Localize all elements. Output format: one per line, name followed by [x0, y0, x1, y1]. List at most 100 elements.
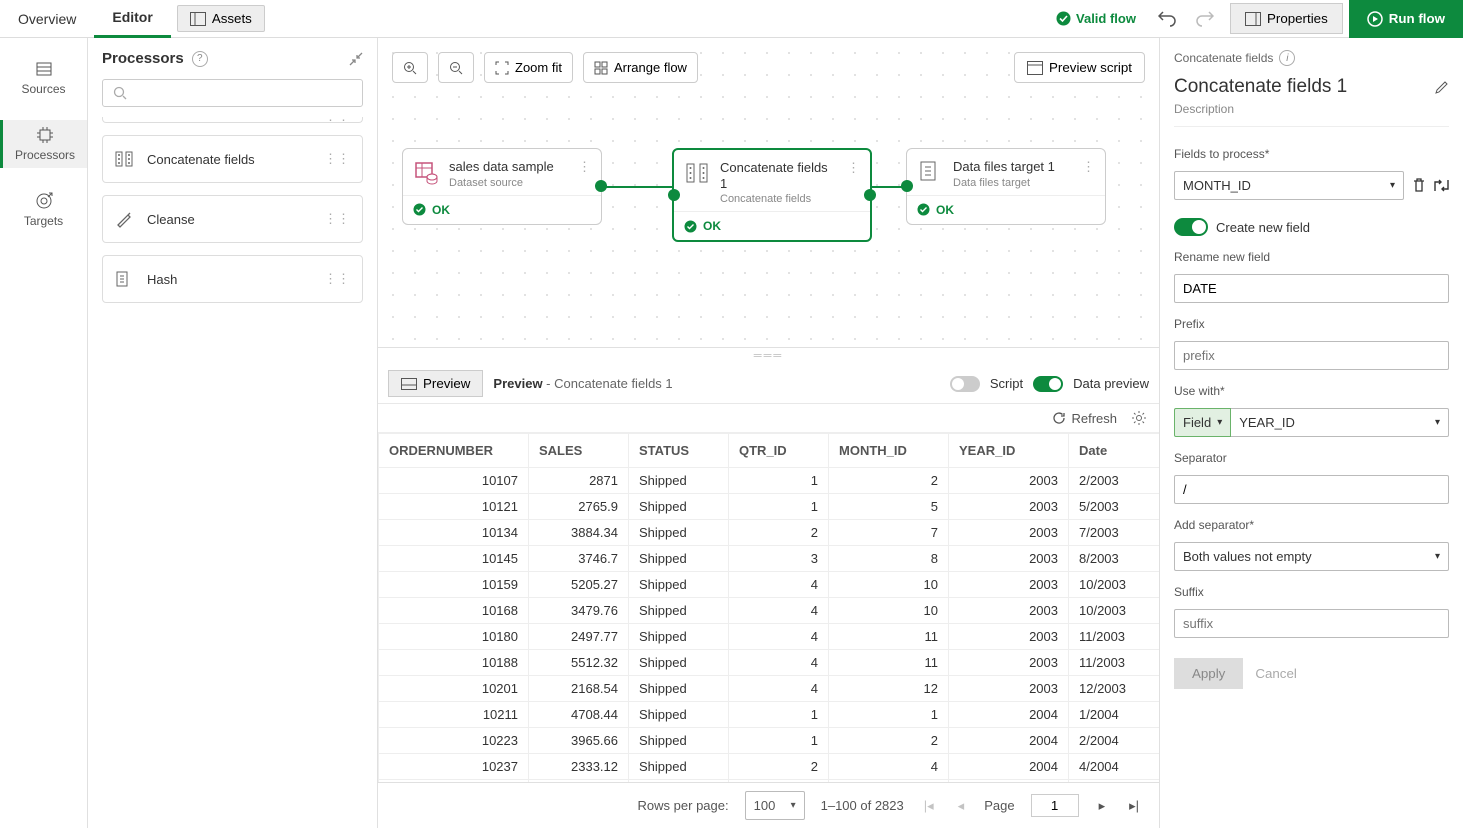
column-header[interactable]: SALES [529, 434, 629, 468]
add-separator-select[interactable]: Both values not empty▾ [1174, 542, 1449, 571]
cancel-button[interactable]: Cancel [1255, 658, 1297, 689]
table-row[interactable]: 101212765.9Shipped1520035/2003Motorc…95S… [379, 494, 1160, 520]
rail-targets[interactable]: Targets [0, 186, 87, 234]
table-cell: 10188 [379, 650, 529, 676]
column-header[interactable]: YEAR_ID [949, 434, 1069, 468]
table-cell: 10159 [379, 572, 529, 598]
table-cell: Shipped [629, 546, 729, 572]
processor-list[interactable]: ⋮⋮ Concatenate fields ⋮⋮ Cleanse ⋮⋮ Hash… [88, 117, 377, 828]
table-row[interactable]: 101343884.34Shipped2720037/2003Motorc…95… [379, 520, 1160, 546]
processor-item-cleanse[interactable]: Cleanse ⋮⋮ [102, 195, 363, 243]
last-page-button[interactable]: ▸| [1125, 798, 1143, 814]
suffix-input[interactable] [1174, 609, 1449, 638]
drag-handle-icon[interactable]: ⋮⋮ [324, 271, 350, 287]
delete-icon[interactable] [1412, 178, 1426, 193]
table-cell: 8/2003 [1069, 546, 1160, 572]
table-cell: Shipped [629, 572, 729, 598]
prefix-input[interactable] [1174, 341, 1449, 370]
rename-field-input[interactable] [1174, 274, 1449, 303]
preview-toggle-button[interactable]: Preview [388, 370, 483, 397]
table-row[interactable]: 102372333.12Shipped2420044/2004Motorc…95… [379, 754, 1160, 780]
table-row[interactable]: 101072871Shipped1220032/2003Motorc…95S10… [379, 468, 1160, 494]
node-status: OK [432, 203, 450, 217]
apply-button[interactable]: Apply [1174, 658, 1243, 689]
collapse-icon[interactable] [349, 52, 363, 66]
node-concatenate-fields[interactable]: Concatenate fields 1 Concatenate fields … [672, 148, 872, 242]
data-preview-toggle[interactable] [1033, 376, 1063, 392]
data-table-scroll[interactable]: ORDERNUMBERSALESSTATUSQTR_IDMONTH_IDYEAR… [378, 433, 1159, 782]
preview-script-button[interactable]: Preview script [1014, 52, 1145, 83]
next-page-button[interactable]: ▸ [1095, 798, 1110, 814]
processor-item-hash[interactable]: Hash ⋮⋮ [102, 255, 363, 303]
node-menu-icon[interactable]: ⋮ [578, 159, 591, 175]
table-row[interactable]: 102114708.44Shipped1120041/2004Motorc…95… [379, 702, 1160, 728]
refresh-button[interactable]: Refresh [1052, 411, 1117, 426]
help-icon[interactable]: ? [192, 51, 208, 67]
table-row[interactable]: 102012168.54Shipped412200312/2003Motorc…… [379, 676, 1160, 702]
data-preview-toggle-label: Data preview [1073, 376, 1149, 391]
flow-canvas[interactable]: Zoom fit Arrange flow Preview script sal… [378, 38, 1159, 348]
run-flow-button[interactable]: Run flow [1349, 0, 1463, 38]
rail-processors[interactable]: Processors [0, 120, 87, 168]
fields-to-process-select[interactable]: MONTH_ID▾ [1174, 171, 1404, 200]
node-menu-icon[interactable]: ⋮ [847, 160, 860, 176]
column-header[interactable]: ORDERNUMBER [379, 434, 529, 468]
table-cell: 1 [729, 728, 829, 754]
info-icon[interactable]: i [1279, 50, 1295, 66]
table-cell: 4 [729, 624, 829, 650]
tab-editor[interactable]: Editor [94, 0, 170, 38]
add-separator-label: Add separator* [1174, 518, 1449, 532]
table-row[interactable]: 101683479.76Shipped410200310/2003Motorc…… [379, 598, 1160, 624]
processor-search-input[interactable] [102, 79, 363, 107]
table-row[interactable]: 101595205.27Shipped410200310/2003Motorc…… [379, 572, 1160, 598]
first-page-button[interactable]: |◂ [920, 798, 938, 814]
use-with-value-select[interactable]: YEAR_ID▾ [1231, 408, 1449, 437]
separator-input[interactable] [1174, 475, 1449, 504]
processors-panel: Processors ? ⋮⋮ Concatenate fields ⋮⋮ [88, 38, 378, 828]
assets-button[interactable]: Assets [177, 5, 265, 32]
create-new-field-toggle[interactable] [1174, 218, 1208, 236]
rows-per-page-select[interactable]: 100▾ [745, 791, 805, 820]
column-header[interactable]: STATUS [629, 434, 729, 468]
edit-icon[interactable] [1434, 80, 1449, 95]
zoom-fit-button[interactable]: Zoom fit [484, 52, 573, 83]
processor-item[interactable]: ⋮⋮ [102, 117, 363, 123]
use-with-type-select[interactable]: Field▾ [1174, 408, 1231, 437]
concatenate-icon [115, 150, 133, 168]
column-header[interactable]: QTR_ID [729, 434, 829, 468]
prev-page-button[interactable]: ◂ [954, 798, 969, 814]
refresh-label: Refresh [1071, 411, 1117, 426]
table-cell: 2004 [949, 754, 1069, 780]
page-input[interactable] [1031, 794, 1079, 817]
node-sales-data-sample[interactable]: sales data sample Dataset source ⋮ OK [402, 148, 602, 225]
table-cell: 4 [829, 754, 949, 780]
column-header[interactable]: MONTH_ID [829, 434, 949, 468]
column-header[interactable]: Date [1069, 434, 1160, 468]
node-menu-icon[interactable]: ⋮ [1082, 159, 1095, 175]
table-row[interactable]: 101885512.32Shipped411200311/2003Motorc…… [379, 650, 1160, 676]
expand-icon[interactable] [1434, 179, 1449, 192]
table-cell: 2004 [949, 702, 1069, 728]
undo-button[interactable] [1148, 5, 1186, 33]
redo-button[interactable] [1186, 5, 1224, 33]
settings-button[interactable] [1131, 410, 1147, 426]
table-row[interactable]: 101453746.7Shipped3820038/2003Motorc…95S… [379, 546, 1160, 572]
table-cell: 2 [829, 468, 949, 494]
tab-overview[interactable]: Overview [0, 0, 94, 38]
processor-item-concatenate[interactable]: Concatenate fields ⋮⋮ [102, 135, 363, 183]
drag-handle-icon[interactable]: ⋮⋮ [324, 151, 350, 167]
zoom-in-button[interactable] [392, 52, 428, 83]
table-cell: 10180 [379, 624, 529, 650]
table-cell: 2003 [949, 546, 1069, 572]
drag-handle-icon[interactable]: ⋮⋮ [324, 117, 350, 124]
node-data-files-target[interactable]: Data files target 1 Data files target ⋮ … [906, 148, 1106, 225]
arrange-flow-button[interactable]: Arrange flow [583, 52, 698, 83]
zoom-out-button[interactable] [438, 52, 474, 83]
table-row[interactable]: 101802497.77Shipped411200311/2003Motorc…… [379, 624, 1160, 650]
rail-sources[interactable]: Sources [0, 54, 87, 102]
script-toggle[interactable] [950, 376, 980, 392]
properties-button[interactable]: Properties [1230, 3, 1343, 34]
table-row[interactable]: 102233965.66Shipped1220042/2004Motorc…95… [379, 728, 1160, 754]
resize-handle[interactable]: ═══ [378, 348, 1159, 364]
drag-handle-icon[interactable]: ⋮⋮ [324, 211, 350, 227]
